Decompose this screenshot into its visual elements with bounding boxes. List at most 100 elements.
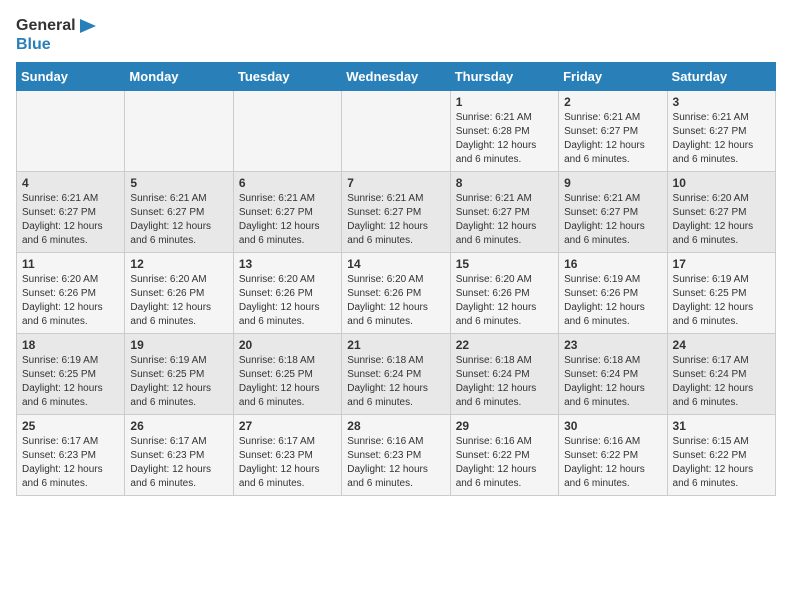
calendar-week-row: 11 Sunrise: 6:20 AMSunset: 6:26 PMDayligh… — [17, 253, 776, 334]
day-info: Sunrise: 6:20 AMSunset: 6:26 PMDaylight:… — [130, 273, 227, 329]
calendar-cell: 23Sunrise: 6:18 AMSunset: 6:24 PMDayligh… — [559, 334, 667, 415]
calendar-cell: 17 Sunrise: 6:19 AMSunset: 6:25 PMDayligh… — [667, 253, 775, 334]
header-monday: Monday — [125, 63, 233, 91]
day-info: Sunrise: 6:21 AMSunset: 6:27 PMDaylight:… — [347, 192, 444, 248]
day-number: 16 — [564, 257, 661, 271]
day-info: Sunrise: 6:17 AMSunset: 6:23 PMDaylight:… — [239, 435, 336, 491]
calendar-cell — [342, 91, 450, 172]
calendar-cell — [125, 91, 233, 172]
day-info: Sunrise: 6:17 AMSunset: 6:23 PMDaylight:… — [130, 435, 227, 491]
calendar-cell: 2Sunrise: 6:21 AMSunset: 6:27 PMDaylight… — [559, 91, 667, 172]
day-number: 12 — [130, 257, 227, 271]
day-info: Sunrise: 6:21 AMSunset: 6:27 PMDaylight:… — [239, 192, 336, 248]
header-friday: Friday — [559, 63, 667, 91]
calendar-week-row: 25 Sunrise: 6:17 AMSunset: 6:23 PMDayligh… — [17, 415, 776, 496]
logo-arrow-icon — [80, 19, 96, 33]
calendar-week-row: 4 Sunrise: 6:21 AMSunset: 6:27 PMDaylight… — [17, 172, 776, 253]
day-number: 7 — [347, 176, 444, 190]
day-info: Sunrise: 6:15 AMSunset: 6:22 PMDaylight:… — [673, 435, 770, 491]
calendar-cell: 16 Sunrise: 6:19 AMSunset: 6:26 PMDayligh… — [559, 253, 667, 334]
day-number: 18 — [22, 338, 119, 352]
header-sunday: Sunday — [17, 63, 125, 91]
header-tuesday: Tuesday — [233, 63, 341, 91]
day-info: Sunrise: 6:21 AMSunset: 6:27 PMDaylight:… — [564, 111, 661, 167]
day-info: Sunrise: 6:20 AMSunset: 6:26 PMDaylight:… — [22, 273, 119, 329]
calendar-header-row: SundayMondayTuesdayWednesdayThursdayFrid… — [17, 63, 776, 91]
day-number: 6 — [239, 176, 336, 190]
calendar-week-row: 1 Sunrise: 6:21 AMSunset: 6:28 PMDaylight… — [17, 91, 776, 172]
calendar-cell: 31 Sunrise: 6:15 AMSunset: 6:22 PMDayligh… — [667, 415, 775, 496]
calendar-cell: 4 Sunrise: 6:21 AMSunset: 6:27 PMDaylight… — [17, 172, 125, 253]
day-info: Sunrise: 6:16 AMSunset: 6:23 PMDaylight:… — [347, 435, 444, 491]
calendar-cell — [17, 91, 125, 172]
calendar-cell: 7 Sunrise: 6:21 AMSunset: 6:27 PMDaylight… — [342, 172, 450, 253]
calendar-cell: 10 Sunrise: 6:20 AMSunset: 6:27 PMDayligh… — [667, 172, 775, 253]
calendar-cell: 13 Sunrise: 6:20 AMSunset: 6:26 PMDayligh… — [233, 253, 341, 334]
day-info: Sunrise: 6:21 AMSunset: 6:27 PMDaylight:… — [456, 192, 553, 248]
calendar-cell: 1 Sunrise: 6:21 AMSunset: 6:28 PMDaylight… — [450, 91, 558, 172]
day-number: 10 — [673, 176, 770, 190]
day-number: 13 — [239, 257, 336, 271]
day-number: 11 — [22, 257, 119, 271]
logo-general: General — [16, 16, 96, 35]
calendar-cell: 24Sunrise: 6:17 AMSunset: 6:24 PMDayligh… — [667, 334, 775, 415]
day-number: 21 — [347, 338, 444, 352]
header-thursday: Thursday — [450, 63, 558, 91]
day-number: 15 — [456, 257, 553, 271]
day-number: 29 — [456, 419, 553, 433]
calendar-cell: 5 Sunrise: 6:21 AMSunset: 6:27 PMDaylight… — [125, 172, 233, 253]
day-number: 28 — [347, 419, 444, 433]
day-info: Sunrise: 6:21 AMSunset: 6:28 PMDaylight:… — [456, 111, 553, 167]
day-info: Sunrise: 6:20 AMSunset: 6:27 PMDaylight:… — [673, 192, 770, 248]
day-number: 4 — [22, 176, 119, 190]
day-info: Sunrise: 6:21 AMSunset: 6:27 PMDaylight:… — [564, 192, 661, 248]
day-info: Sunrise: 6:19 AMSunset: 6:25 PMDaylight:… — [673, 273, 770, 329]
day-number: 9 — [564, 176, 661, 190]
header: General Blue — [16, 16, 776, 54]
calendar-cell: 27 Sunrise: 6:17 AMSunset: 6:23 PMDayligh… — [233, 415, 341, 496]
calendar-cell: 19 Sunrise: 6:19 AMSunset: 6:25 PMDayligh… — [125, 334, 233, 415]
day-number: 5 — [130, 176, 227, 190]
day-info: Sunrise: 6:21 AMSunset: 6:27 PMDaylight:… — [673, 111, 770, 167]
day-number: 26 — [130, 419, 227, 433]
day-number: 17 — [673, 257, 770, 271]
calendar-cell: 26 Sunrise: 6:17 AMSunset: 6:23 PMDayligh… — [125, 415, 233, 496]
day-number: 22 — [456, 338, 553, 352]
calendar-cell: 25Sunrise: 6:17 AMSunset: 6:23 PMDayligh… — [17, 415, 125, 496]
day-info: Sunrise: 6:21 AMSunset: 6:27 PMDaylight:… — [130, 192, 227, 248]
day-info: Sunrise: 6:20 AMSunset: 6:26 PMDaylight:… — [239, 273, 336, 329]
day-number: 19 — [130, 338, 227, 352]
day-info: Sunrise: 6:19 AMSunset: 6:26 PMDaylight:… — [564, 273, 661, 329]
day-number: 27 — [239, 419, 336, 433]
day-number: 25 — [22, 419, 119, 433]
calendar-cell: 8 Sunrise: 6:21 AMSunset: 6:27 PMDaylight… — [450, 172, 558, 253]
day-info: Sunrise: 6:18 AMSunset: 6:24 PMDaylight:… — [456, 354, 553, 410]
day-number: 20 — [239, 338, 336, 352]
calendar-cell: 12 Sunrise: 6:20 AMSunset: 6:26 PMDayligh… — [125, 253, 233, 334]
calendar-week-row: 18 Sunrise: 6:19 AMSunset: 6:25 PMDayligh… — [17, 334, 776, 415]
day-info: Sunrise: 6:19 AMSunset: 6:25 PMDaylight:… — [22, 354, 119, 410]
day-info: Sunrise: 6:19 AMSunset: 6:25 PMDaylight:… — [130, 354, 227, 410]
day-number: 31 — [673, 419, 770, 433]
calendar-cell — [233, 91, 341, 172]
day-number: 1 — [456, 95, 553, 109]
day-info: Sunrise: 6:21 AMSunset: 6:27 PMDaylight:… — [22, 192, 119, 248]
day-number: 3 — [673, 95, 770, 109]
calendar-cell: 20 Sunrise: 6:18 AMSunset: 6:25 PMDayligh… — [233, 334, 341, 415]
logo: General Blue — [16, 16, 96, 54]
day-info: Sunrise: 6:18 AMSunset: 6:25 PMDaylight:… — [239, 354, 336, 410]
day-number: 30 — [564, 419, 661, 433]
day-info: Sunrise: 6:16 AMSunset: 6:22 PMDaylight:… — [456, 435, 553, 491]
calendar-cell: 9 Sunrise: 6:21 AMSunset: 6:27 PMDaylight… — [559, 172, 667, 253]
calendar-cell: 30Sunrise: 6:16 AMSunset: 6:22 PMDayligh… — [559, 415, 667, 496]
calendar-cell: 28 Sunrise: 6:16 AMSunset: 6:23 PMDayligh… — [342, 415, 450, 496]
calendar-cell: 22 Sunrise: 6:18 AMSunset: 6:24 PMDayligh… — [450, 334, 558, 415]
calendar-table: SundayMondayTuesdayWednesdayThursdayFrid… — [16, 62, 776, 496]
calendar-cell: 14Sunrise: 6:20 AMSunset: 6:26 PMDayligh… — [342, 253, 450, 334]
calendar-cell: 11 Sunrise: 6:20 AMSunset: 6:26 PMDayligh… — [17, 253, 125, 334]
day-info: Sunrise: 6:18 AMSunset: 6:24 PMDaylight:… — [564, 354, 661, 410]
day-number: 8 — [456, 176, 553, 190]
calendar-cell: 3 Sunrise: 6:21 AMSunset: 6:27 PMDaylight… — [667, 91, 775, 172]
day-info: Sunrise: 6:20 AMSunset: 6:26 PMDaylight:… — [347, 273, 444, 329]
calendar-cell: 29 Sunrise: 6:16 AMSunset: 6:22 PMDayligh… — [450, 415, 558, 496]
